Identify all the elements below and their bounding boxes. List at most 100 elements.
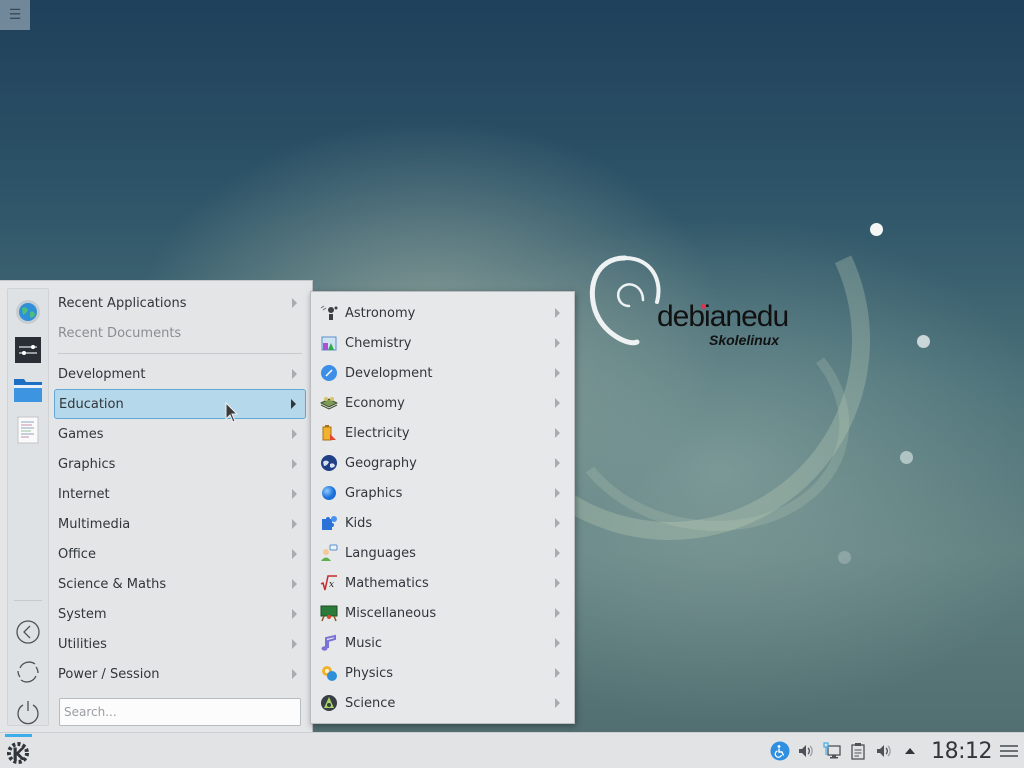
menu-item-recent-applications[interactable]: Recent Applications [54,289,306,317]
submenu-item-label: Kids [345,515,373,531]
panel-settings-button[interactable] [1000,745,1018,757]
menu-item-education[interactable]: Education [54,389,306,419]
menu-item-internet[interactable]: Internet [54,480,306,508]
debian-edu-logo: debianedu Skolelinux [585,250,795,350]
search-input[interactable] [59,698,301,726]
logo-brand-debian: debian [657,300,742,333]
submenu-item-label: Development [345,365,433,381]
submenu-item-label: Graphics [345,485,403,501]
debian-swirl-icon [589,255,661,346]
favorite-text-editor[interactable] [13,415,43,445]
menu-item-label: Science & Maths [58,576,167,592]
submenu-item-graphics[interactable]: Graphics [317,479,569,507]
submenu-arrow-icon [555,578,560,588]
submenu-arrow-icon [555,398,560,408]
menu-item-multimedia[interactable]: Multimedia [54,510,306,538]
submenu-arrow-icon [555,338,560,348]
tray-accessibility[interactable] [769,740,791,762]
submenu-item-electricity[interactable]: Electricity [317,419,569,447]
submenu-item-label: Science [345,695,396,711]
restart-icon [17,661,39,683]
tray-volume[interactable] [795,740,817,762]
accessibility-icon [770,741,790,761]
menu-item-games[interactable]: Games [54,420,306,448]
tray-expand-button[interactable] [899,740,921,762]
sphere-icon [322,486,336,500]
submenu-arrow-icon [555,608,560,618]
wallpaper-dot [838,551,851,564]
submenu-item-economy[interactable]: Economy [317,389,569,417]
submenu-item-physics[interactable]: Physics [317,659,569,687]
tray-clipboard[interactable] [847,740,869,762]
menu-item-development[interactable]: Development [54,360,306,388]
menu-item-power-session[interactable]: Power / Session [54,660,306,688]
favorite-settings-manager[interactable] [13,335,43,365]
menu-item-utilities[interactable]: Utilities [54,630,306,658]
submenu-arrow-icon [292,298,297,308]
menu-item-office[interactable]: Office [54,540,306,568]
submenu-item-mathematics[interactable]: x Mathematics [317,569,569,597]
favorite-system-settings[interactable] [13,297,43,327]
puzzle-icon [322,516,337,530]
restart-button[interactable] [13,657,43,687]
tray-network[interactable] [821,740,843,762]
flask-round-icon [321,695,337,711]
hamburger-icon-line [1000,750,1018,752]
hamburger-icon: ☰ [8,7,22,23]
menu-item-label: Graphics [58,456,116,472]
submenu-arrow-icon [292,519,297,529]
logo-brand: debianedu [657,300,789,333]
system-tray: 18:12 [769,733,1024,768]
favorite-file-manager[interactable] [13,375,43,405]
submenu-arrow-icon [292,669,297,679]
power-icon [17,701,39,725]
submenu-item-languages[interactable]: Languages [317,539,569,567]
chalkboard-icon [320,605,338,622]
menu-item-system[interactable]: System [54,600,306,628]
menu-item-science-maths[interactable]: Science & Maths [54,570,306,598]
logout-button[interactable] [13,617,43,647]
submenu-item-kids[interactable]: Kids [317,509,569,537]
tray-volume-2[interactable] [873,740,895,762]
globe-gear-icon [16,300,40,324]
submenu-item-chemistry[interactable]: Chemistry [317,329,569,357]
submenu-item-music[interactable]: Music [317,629,569,657]
logout-arrow-icon [16,620,40,644]
submenu-item-miscellaneous[interactable]: Miscellaneous [317,599,569,627]
application-launcher-menu: Recent Applications Recent Documents Dev… [0,280,313,732]
submenu-item-astronomy[interactable]: Astronomy [317,299,569,327]
submenu-arrow-icon [555,488,560,498]
sliders-icon [15,337,41,363]
triangle-up-icon [905,748,916,754]
submenu-item-label: Miscellaneous [345,605,437,621]
network-monitor-icon [823,742,841,759]
submenu-arrow-icon [555,668,560,678]
submenu-item-development[interactable]: Development [317,359,569,387]
desktop-toolbox-button[interactable]: ☰ [0,0,30,30]
digital-clock[interactable]: 18:12 [931,739,992,764]
submenu-arrow-icon [292,609,297,619]
education-submenu: Astronomy Chemistry Development Economy … [310,291,575,724]
menu-item-label: Office [58,546,96,562]
menu-item-label: Recent Documents [58,325,182,341]
submenu-item-geography[interactable]: Geography [317,449,569,477]
folder-icon [14,379,42,402]
submenu-arrow-icon [292,579,297,589]
speaker-icon [799,745,813,757]
submenu-item-label: Chemistry [345,335,412,351]
mouse-cursor-icon [225,402,239,423]
clipboard-icon [851,743,865,760]
submenu-arrow-icon [555,638,560,648]
submenu-item-science[interactable]: Science [317,689,569,717]
hamburger-icon-line [1000,755,1018,757]
menu-item-label: Education [59,396,124,412]
submenu-arrow-icon [292,489,297,499]
submenu-arrow-icon [555,428,560,438]
menu-item-graphics[interactable]: Graphics [54,450,306,478]
application-launcher-button[interactable]: K [3,734,33,767]
wallpaper-dot [870,223,883,236]
shutdown-button[interactable] [13,697,43,727]
submenu-arrow-icon [292,639,297,649]
svg-text:K: K [12,745,26,764]
square-root-icon: x [320,575,337,591]
